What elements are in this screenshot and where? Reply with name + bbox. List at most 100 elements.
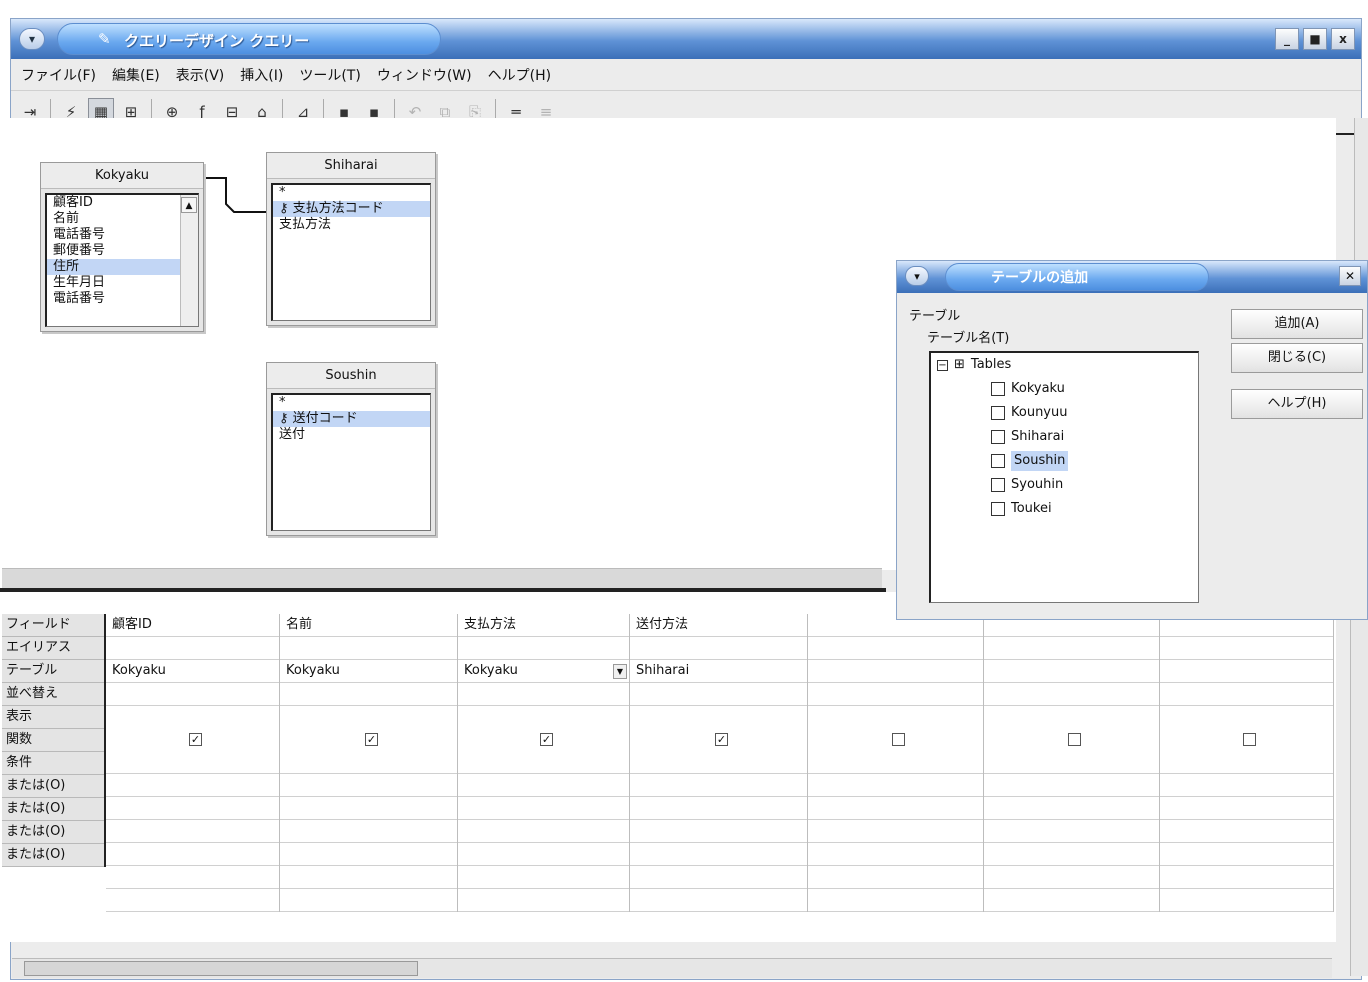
menu-edit[interactable]: 編集(E) — [112, 65, 160, 85]
minimize-icon[interactable]: _ — [1275, 28, 1299, 50]
close-icon[interactable]: ✕ — [1339, 266, 1361, 286]
grid-column[interactable] — [808, 614, 984, 912]
table-window-title[interactable]: Soushin — [267, 363, 435, 389]
criteria-cell[interactable] — [808, 797, 983, 820]
tree-item[interactable]: Kounyuu — [991, 403, 1067, 423]
design-horizontal-scrollbar[interactable] — [2, 568, 882, 588]
menu-window[interactable]: ウィンドウ(W) — [377, 65, 472, 85]
or-cell[interactable] — [984, 889, 1159, 912]
criteria-cell[interactable] — [106, 797, 279, 820]
or-cell[interactable] — [106, 866, 279, 889]
collapse-icon[interactable]: − — [937, 359, 948, 371]
visible-checkbox[interactable] — [1243, 733, 1256, 746]
menu-view[interactable]: 表示(V) — [176, 65, 225, 85]
tree-item[interactable]: Soushin — [991, 451, 1069, 471]
or-cell[interactable] — [808, 866, 983, 889]
tree-item[interactable]: Kokyaku — [991, 379, 1065, 399]
sort-cell[interactable] — [1160, 683, 1333, 706]
visible-cell[interactable]: ✓ — [280, 706, 457, 774]
or-cell[interactable] — [280, 820, 457, 843]
field-item[interactable]: 支払方法 — [273, 217, 430, 233]
or-cell[interactable] — [280, 889, 457, 912]
or-cell[interactable] — [630, 820, 807, 843]
or-cell[interactable] — [630, 866, 807, 889]
grid-vertical-scrollbar[interactable] — [1350, 620, 1368, 976]
sort-cell[interactable] — [106, 683, 279, 706]
function-cell[interactable] — [808, 774, 983, 797]
or-cell[interactable] — [106, 820, 279, 843]
field-item[interactable]: 電話番号 — [47, 291, 198, 307]
table-cell[interactable]: Kokyaku ▼ — [458, 660, 629, 683]
scrollbar-thumb[interactable] — [24, 961, 418, 976]
or-cell[interactable] — [458, 843, 629, 866]
table-window-title[interactable]: Shiharai — [267, 153, 435, 179]
dropdown-arrow-icon[interactable]: ▼ — [613, 664, 627, 679]
tree-item[interactable]: Toukei — [991, 499, 1052, 519]
criteria-cell[interactable] — [280, 797, 457, 820]
visible-checkbox[interactable] — [892, 733, 905, 746]
menu-file[interactable]: ファイル(F) — [21, 65, 96, 85]
alias-cell[interactable] — [106, 637, 279, 660]
menu-tools[interactable]: ツール(T) — [299, 65, 360, 85]
sort-cell[interactable] — [630, 683, 807, 706]
field-item[interactable]: 名前 — [47, 211, 198, 227]
field-cell[interactable]: 支払方法 — [458, 614, 629, 637]
or-cell[interactable] — [1160, 889, 1333, 912]
window-menu-icon[interactable]: ▾ — [19, 28, 45, 50]
visible-cell[interactable] — [1160, 706, 1333, 774]
alias-cell[interactable] — [984, 637, 1159, 660]
or-cell[interactable] — [984, 843, 1159, 866]
tree-item[interactable]: Syouhin — [991, 475, 1063, 495]
table-cell[interactable] — [1160, 660, 1333, 683]
or-cell[interactable] — [1160, 843, 1333, 866]
or-cell[interactable] — [808, 820, 983, 843]
field-item[interactable]: 生年月日 — [47, 275, 198, 291]
table-cell[interactable]: Kokyaku — [280, 660, 457, 683]
sort-cell[interactable] — [808, 683, 983, 706]
table-cell[interactable]: Kokyaku — [106, 660, 279, 683]
alias-cell[interactable] — [1160, 637, 1333, 660]
dialog-menu-icon[interactable]: ▾ — [905, 266, 929, 286]
visible-cell[interactable]: ✓ — [458, 706, 629, 774]
field-list[interactable]: 顧客ID 名前 電話番号 郵便番号 住所 生年月日 電話番号 ▲ — [45, 193, 199, 327]
scroll-up-icon[interactable]: ▲ — [181, 197, 197, 213]
menu-insert[interactable]: 挿入(I) — [240, 65, 283, 85]
tree-item[interactable]: Shiharai — [991, 427, 1064, 447]
table-window-kokyaku[interactable]: Kokyaku 顧客ID 名前 電話番号 郵便番号 住所 生年月日 電話番号 ▲ — [40, 162, 204, 332]
field-item[interactable]: 送付 — [273, 427, 430, 443]
field-cell[interactable]: 送付方法 — [630, 614, 807, 637]
field-cell[interactable]: 名前 — [280, 614, 457, 637]
field-item[interactable]: 電話番号 — [47, 227, 198, 243]
field-item[interactable]: 顧客ID — [47, 195, 198, 211]
field-item[interactable]: ⚷ 送付コード — [273, 411, 430, 427]
field-list[interactable]: * ⚷ 支払方法コード 支払方法 — [271, 183, 431, 321]
close-button[interactable]: 閉じる(C) — [1231, 343, 1363, 373]
alias-cell[interactable] — [630, 637, 807, 660]
sort-cell[interactable] — [984, 683, 1159, 706]
criteria-cell[interactable] — [1160, 797, 1333, 820]
or-cell[interactable] — [984, 820, 1159, 843]
field-list-scrollbar[interactable]: ▲ — [180, 195, 198, 326]
grid-column[interactable]: 支払方法 Kokyaku ▼ ✓ — [458, 614, 630, 912]
or-cell[interactable] — [280, 866, 457, 889]
visible-checkbox[interactable]: ✓ — [715, 733, 728, 746]
grid-column[interactable]: 名前 Kokyaku ✓ — [280, 614, 458, 912]
grid-column[interactable] — [984, 614, 1160, 912]
or-cell[interactable] — [808, 843, 983, 866]
function-cell[interactable] — [630, 774, 807, 797]
function-cell[interactable] — [984, 774, 1159, 797]
help-button[interactable]: ヘルプ(H) — [1231, 389, 1363, 419]
field-cell[interactable]: 顧客ID — [106, 614, 279, 637]
criteria-cell[interactable] — [630, 797, 807, 820]
title-bar[interactable]: ▾ ✎ クエリーデザイン クエリー _ ■ x — [11, 19, 1361, 59]
relation-line[interactable] — [204, 174, 268, 220]
sort-cell[interactable] — [458, 683, 629, 706]
visible-cell[interactable]: ✓ — [630, 706, 807, 774]
alias-cell[interactable] — [458, 637, 629, 660]
grid-column[interactable] — [1160, 614, 1334, 912]
tree-root[interactable]: − ⊞ Tables — [937, 355, 1011, 375]
criteria-cell[interactable] — [458, 797, 629, 820]
or-cell[interactable] — [630, 843, 807, 866]
field-item[interactable]: 住所 — [47, 259, 198, 275]
or-cell[interactable] — [458, 820, 629, 843]
